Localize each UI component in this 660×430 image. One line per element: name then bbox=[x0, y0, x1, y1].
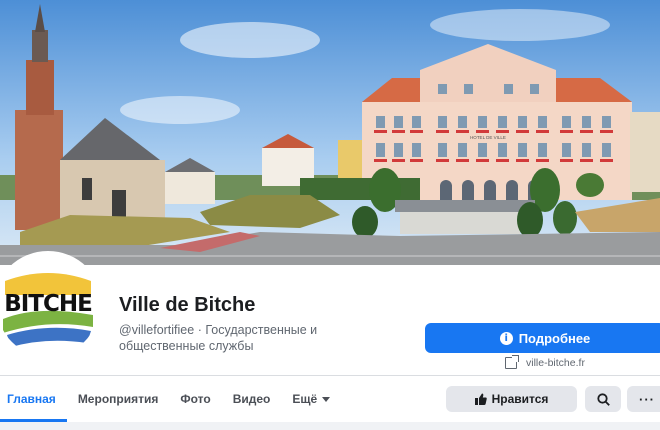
page-avatar[interactable]: BITCHE bbox=[0, 255, 99, 357]
tab-more[interactable]: Ещё bbox=[281, 376, 341, 422]
thumbs-up-icon bbox=[474, 393, 487, 405]
tab-photos[interactable]: Фото bbox=[169, 376, 221, 422]
tab-events[interactable]: Мероприятия bbox=[67, 376, 170, 422]
page-handle-category: @villefortifiee · Государственные и обще… bbox=[119, 323, 318, 353]
feed-background bbox=[0, 422, 660, 430]
tab-home[interactable]: Главная bbox=[0, 376, 67, 422]
page-handle[interactable]: @villefortifiee bbox=[119, 323, 194, 337]
search-button[interactable] bbox=[585, 386, 621, 412]
svg-text:BITCHE: BITCHE bbox=[4, 291, 92, 317]
more-options-button[interactable]: ··· bbox=[627, 386, 660, 412]
website-link[interactable]: ville-bitche.fr bbox=[505, 355, 585, 369]
page-tabs: Главная Мероприятия Фото Видео Ещё bbox=[0, 376, 341, 422]
like-button[interactable]: Нравится bbox=[446, 386, 577, 412]
tab-videos[interactable]: Видео bbox=[222, 376, 282, 422]
svg-text:HOTEL DE VILLE: HOTEL DE VILLE bbox=[470, 135, 506, 140]
search-icon bbox=[596, 392, 610, 406]
page-title: Ville de Bitche bbox=[119, 294, 256, 316]
cover-photo[interactable]: HOTEL DE VILLE bbox=[0, 0, 660, 265]
info-icon: i bbox=[499, 331, 513, 345]
learn-more-button[interactable]: i Подробнее bbox=[425, 323, 660, 353]
external-link-icon bbox=[505, 355, 519, 369]
caret-down-icon bbox=[322, 397, 331, 403]
